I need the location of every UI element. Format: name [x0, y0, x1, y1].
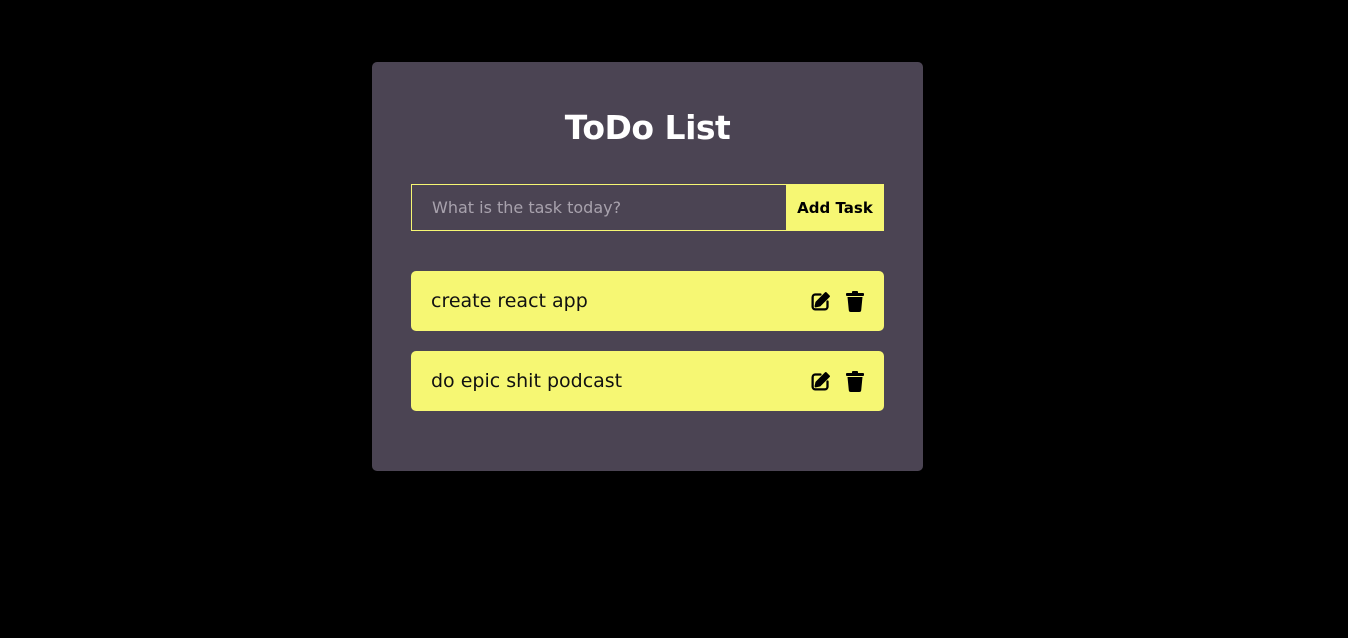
edit-icon[interactable]	[810, 291, 831, 312]
todo-card: ToDo List Add Task create react app	[372, 62, 923, 471]
add-task-form: Add Task	[411, 184, 884, 231]
task-input[interactable]	[411, 184, 786, 231]
todo-item: create react app	[411, 271, 884, 331]
todo-item: do epic shit podcast	[411, 351, 884, 411]
add-task-button[interactable]: Add Task	[786, 184, 884, 231]
todo-actions	[810, 290, 865, 312]
todo-item-text[interactable]: do epic shit podcast	[431, 370, 622, 392]
trash-icon[interactable]	[844, 370, 865, 392]
trash-icon[interactable]	[844, 290, 865, 312]
page-title: ToDo List	[564, 108, 731, 147]
todo-actions	[810, 370, 865, 392]
edit-icon[interactable]	[810, 371, 831, 392]
todo-item-text[interactable]: create react app	[431, 290, 588, 312]
